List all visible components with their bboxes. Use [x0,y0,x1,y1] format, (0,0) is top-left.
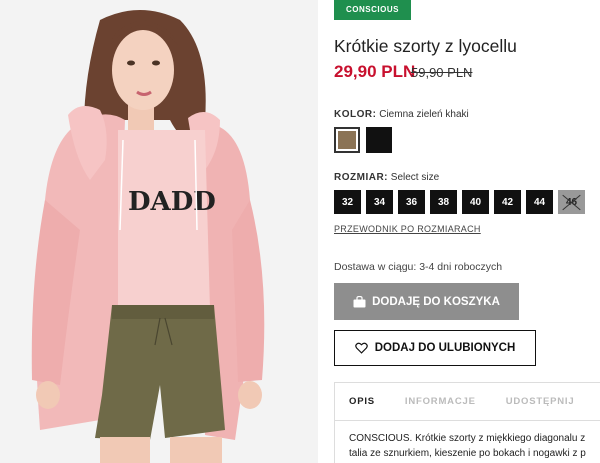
size-option-34[interactable]: 34 [366,190,393,214]
size-option-46-unavailable[interactable]: 46 [558,190,585,214]
size-label: ROZMIAR: [334,172,388,183]
bag-icon [353,295,366,307]
size-option-32[interactable]: 32 [334,190,361,214]
conscious-badge: CONSCIOUS [334,0,411,20]
add-to-cart-label: DODAJĘ DO KOSZYKA [372,295,500,308]
color-label-row: KOLOR: Ciemna zieleń khaki [334,109,469,120]
add-to-cart-button[interactable]: DODAJĘ DO KOSZYKA [334,283,519,320]
product-info-panel: CONSCIOUS Krótkie szorty z lyocellu 29,9… [334,0,600,463]
description-line: talia ze sznurkiem, kieszenie po bokach … [349,448,586,459]
tab-bar: OPIS INFORMACJE UDOSTĘPNIJ [335,383,600,421]
product-title: Krótkie szorty z lyocellu [334,36,517,56]
size-option-38[interactable]: 38 [430,190,457,214]
size-option-40[interactable]: 40 [462,190,489,214]
color-swatch-khaki[interactable] [334,127,360,153]
color-value: Ciemna zieleń khaki [379,109,469,120]
tab-udostepnij[interactable]: UDOSTĘPNIJ [506,396,575,407]
size-selector: 32 34 36 38 40 42 44 46 [334,190,585,214]
add-to-favorites-button[interactable]: DODAJ DO ULUBIONYCH [334,330,536,366]
delivery-info: Dostawa w ciągu: 3-4 dni roboczych [334,261,503,273]
color-swatch-khaki-fill [338,131,356,149]
product-tabs-panel: OPIS INFORMACJE UDOSTĘPNIJ CONSCIOUS. Kr… [334,382,600,463]
size-guide-link[interactable]: PRZEWODNIK PO ROZMIARACH [334,224,481,234]
description-line: CONSCIOUS. Krótkie szorty z miękkiego di… [349,433,586,444]
tab-informacje[interactable]: INFORMACJE [405,396,476,407]
product-price: 29,90 PLN [334,62,416,81]
size-option-36[interactable]: 36 [398,190,425,214]
size-option-42[interactable]: 42 [494,190,521,214]
size-label-row: ROZMIAR: Select size [334,172,439,183]
add-to-favorites-label: DODAJ DO ULUBIONYCH [374,342,516,354]
product-image[interactable]: DADD [0,0,318,463]
size-value: Select size [390,172,440,183]
color-label: KOLOR: [334,109,377,120]
color-swatch-black[interactable] [366,127,392,153]
heart-icon [354,342,368,354]
tab-opis[interactable]: OPIS [349,396,375,407]
size-option-44[interactable]: 44 [526,190,553,214]
product-old-price: 59,90 PLN [411,65,473,80]
tshirt-print: DADD [128,187,216,217]
product-photo-illustration: DADD [0,0,318,463]
product-description: CONSCIOUS. Krótkie szorty z miękkiego di… [335,421,600,461]
